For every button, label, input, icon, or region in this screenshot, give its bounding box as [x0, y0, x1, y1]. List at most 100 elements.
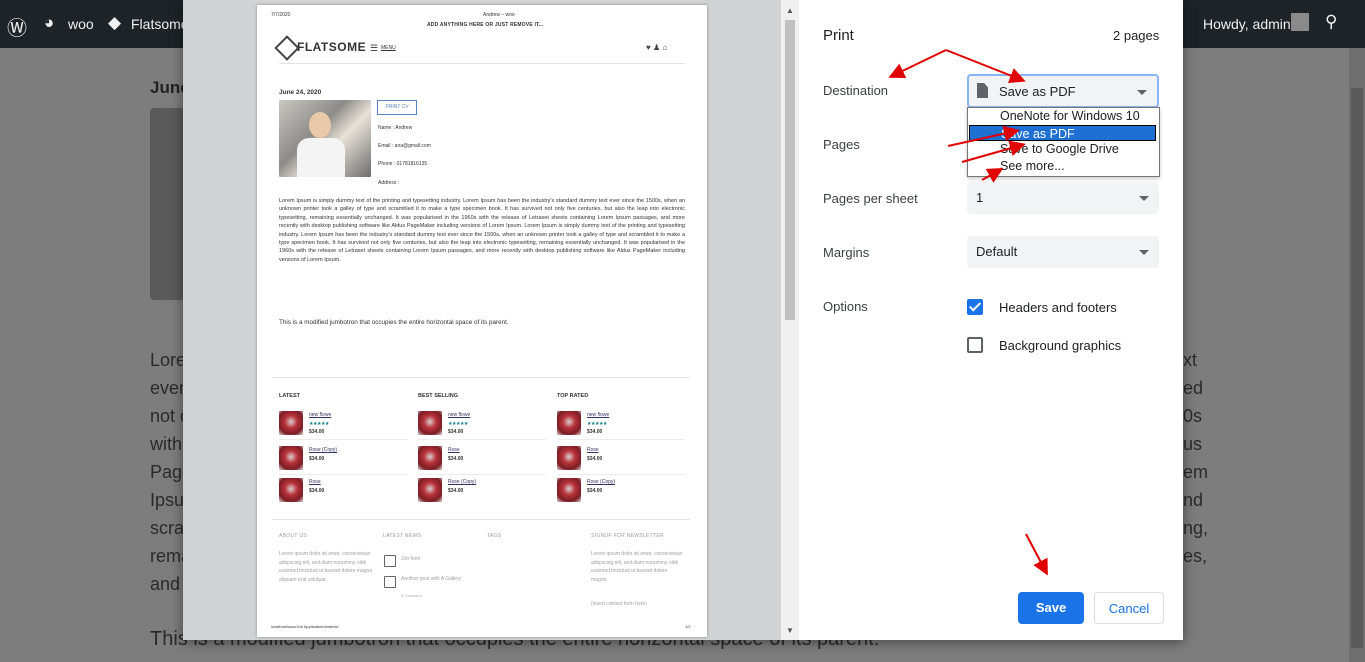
product-thumbnail [418, 411, 442, 435]
print-cv-button: PRINT CV [377, 100, 417, 115]
product-thumbnail [418, 446, 442, 470]
save-button[interactable]: Save [1018, 592, 1084, 624]
chevron-down-icon [1137, 90, 1147, 95]
product-thumbnail [557, 446, 581, 470]
headers-footers-checkbox[interactable] [967, 299, 983, 315]
theme-icon: ◆ [108, 13, 122, 32]
scroll-down-icon[interactable]: ▼ [786, 626, 794, 635]
product-thumbnail [279, 478, 303, 502]
divider [557, 439, 685, 440]
news-thumb-icon [384, 576, 396, 588]
headers-footers-label[interactable]: Headers and footers [999, 300, 1117, 315]
bg-right-fragment: ed [1183, 378, 1204, 398]
search-icon[interactable]: ⚲ [1325, 12, 1337, 32]
margins-select[interactable]: Default [967, 236, 1159, 268]
divider [279, 474, 407, 475]
divider [279, 439, 407, 440]
bg-lorem-line: ever [150, 378, 186, 398]
product-name: Rose [309, 479, 321, 485]
site-name-link[interactable]: woo [68, 16, 94, 32]
preview-menu-label: MENU [381, 45, 396, 51]
cancel-button[interactable]: Cancel [1094, 592, 1164, 624]
divider [418, 474, 546, 475]
scrollbar-thumb[interactable] [785, 20, 795, 320]
option-onenote[interactable]: OneNote for Windows 10 [969, 108, 1156, 124]
preview-logo-text: FLATSOME [297, 40, 367, 54]
dashboard-icon[interactable]: ◕ [44, 13, 54, 33]
menu-icon: ☰ [370, 43, 379, 53]
margins-label: Margins [823, 245, 870, 260]
print-dialog: 7/7/2020 Andrew – woo ADD ANYTHING HERE … [183, 0, 1183, 640]
background-graphics-label[interactable]: Background graphics [999, 338, 1121, 353]
background-graphics-checkbox[interactable] [967, 337, 983, 353]
preview-header-date: 7/7/2020 [271, 12, 291, 18]
preview-page-number: 1/2 [685, 624, 691, 629]
flatsome-logo-icon [274, 35, 300, 61]
avatar[interactable] [1291, 13, 1309, 31]
theme-link[interactable]: Flatsome [131, 16, 189, 32]
destination-label: Destination [823, 83, 889, 98]
preview-scrollbar[interactable]: ▲ ▼ [781, 0, 799, 640]
product-thumbnail [557, 478, 581, 502]
news-thumb-icon [384, 555, 396, 567]
pages-per-sheet-value: 1 [976, 190, 984, 205]
margins-value: Default [976, 244, 1018, 259]
scroll-up-icon[interactable]: ▲ [786, 6, 794, 15]
preview-page: 7/7/2020 Andrew – woo ADD ANYTHING HERE … [257, 5, 707, 637]
divider [557, 474, 685, 475]
rating-stars-icon: ★★★★★ [309, 421, 329, 427]
product-thumbnail [557, 411, 581, 435]
product-column-title: TOP RATED [557, 393, 589, 399]
option-see-more[interactable]: See more... [969, 158, 1156, 174]
pages-per-sheet-select[interactable]: 1 [967, 182, 1159, 214]
product-thumbnail [279, 446, 303, 470]
product-price: $34.00 [448, 429, 464, 435]
divider [418, 439, 546, 440]
preview-header-title: Andrew – woo [483, 12, 515, 18]
bg-right-fragment: es, [1183, 546, 1208, 566]
footer-about-title: ABOUT US [279, 533, 307, 539]
rating-stars-icon: ★★★★★ [587, 421, 607, 427]
divider [279, 63, 685, 64]
option-google-drive[interactable]: Save to Google Drive [969, 141, 1156, 157]
product-name: Rose (Copy) [448, 479, 477, 485]
product-name: Rose [448, 447, 460, 453]
bg-lorem-line: with [150, 434, 183, 454]
bg-right-fragment: xt [1183, 350, 1198, 370]
chevron-down-icon [1139, 250, 1149, 255]
destination-select[interactable]: Save as PDF [967, 74, 1159, 108]
option-save-as-pdf[interactable]: Save as PDF [969, 125, 1156, 141]
preview-address: Address : [378, 180, 400, 186]
preview-banner: ADD ANYTHING HERE OR JUST REMOVE IT... [427, 22, 544, 28]
product-thumbnail [279, 411, 303, 435]
product-thumbnail [418, 478, 442, 502]
options-label: Options [823, 299, 868, 314]
product-name: Rose (Copy) [587, 479, 616, 485]
bg-right-fragment: us [1183, 434, 1203, 454]
product-price: $34.00 [448, 456, 464, 462]
bg-right-fragment: ng, [1183, 518, 1209, 538]
howdy-admin-link[interactable]: Howdy, admin [1203, 16, 1291, 32]
footer-news-2-meta: 0 Comment [401, 593, 422, 598]
preview-lorem: Lorem Ipsum is simply dummy text of the … [279, 198, 685, 263]
preview-phone: Phone : 01781816135 [378, 161, 428, 167]
footer-newsletter-form: (insert contact form here) [591, 601, 647, 607]
wordpress-logo-icon[interactable]: Ⓦ [7, 12, 27, 41]
bg-right-fragment: em [1183, 462, 1209, 482]
pages-per-sheet-label: Pages per sheet [823, 191, 918, 206]
document-icon [977, 83, 988, 98]
page-scrollbar[interactable] [1349, 48, 1365, 662]
print-title: Print [823, 27, 854, 44]
footer-tags-title: TAGS [487, 533, 502, 539]
product-price: $34.00 [309, 429, 325, 435]
header-icons: ♥ ♟ ⌂ [646, 43, 668, 52]
profile-photo [279, 100, 371, 177]
footer-news-2: Another post with A Gallery [401, 576, 462, 582]
product-name: new flowe [448, 412, 471, 418]
product-name: Rose [587, 447, 599, 453]
bg-post-image [150, 108, 184, 300]
bg-lorem-line: and [150, 574, 181, 594]
product-price: $34.00 [587, 488, 603, 494]
chevron-down-icon [1139, 196, 1149, 201]
product-name: new flowe [587, 412, 610, 418]
